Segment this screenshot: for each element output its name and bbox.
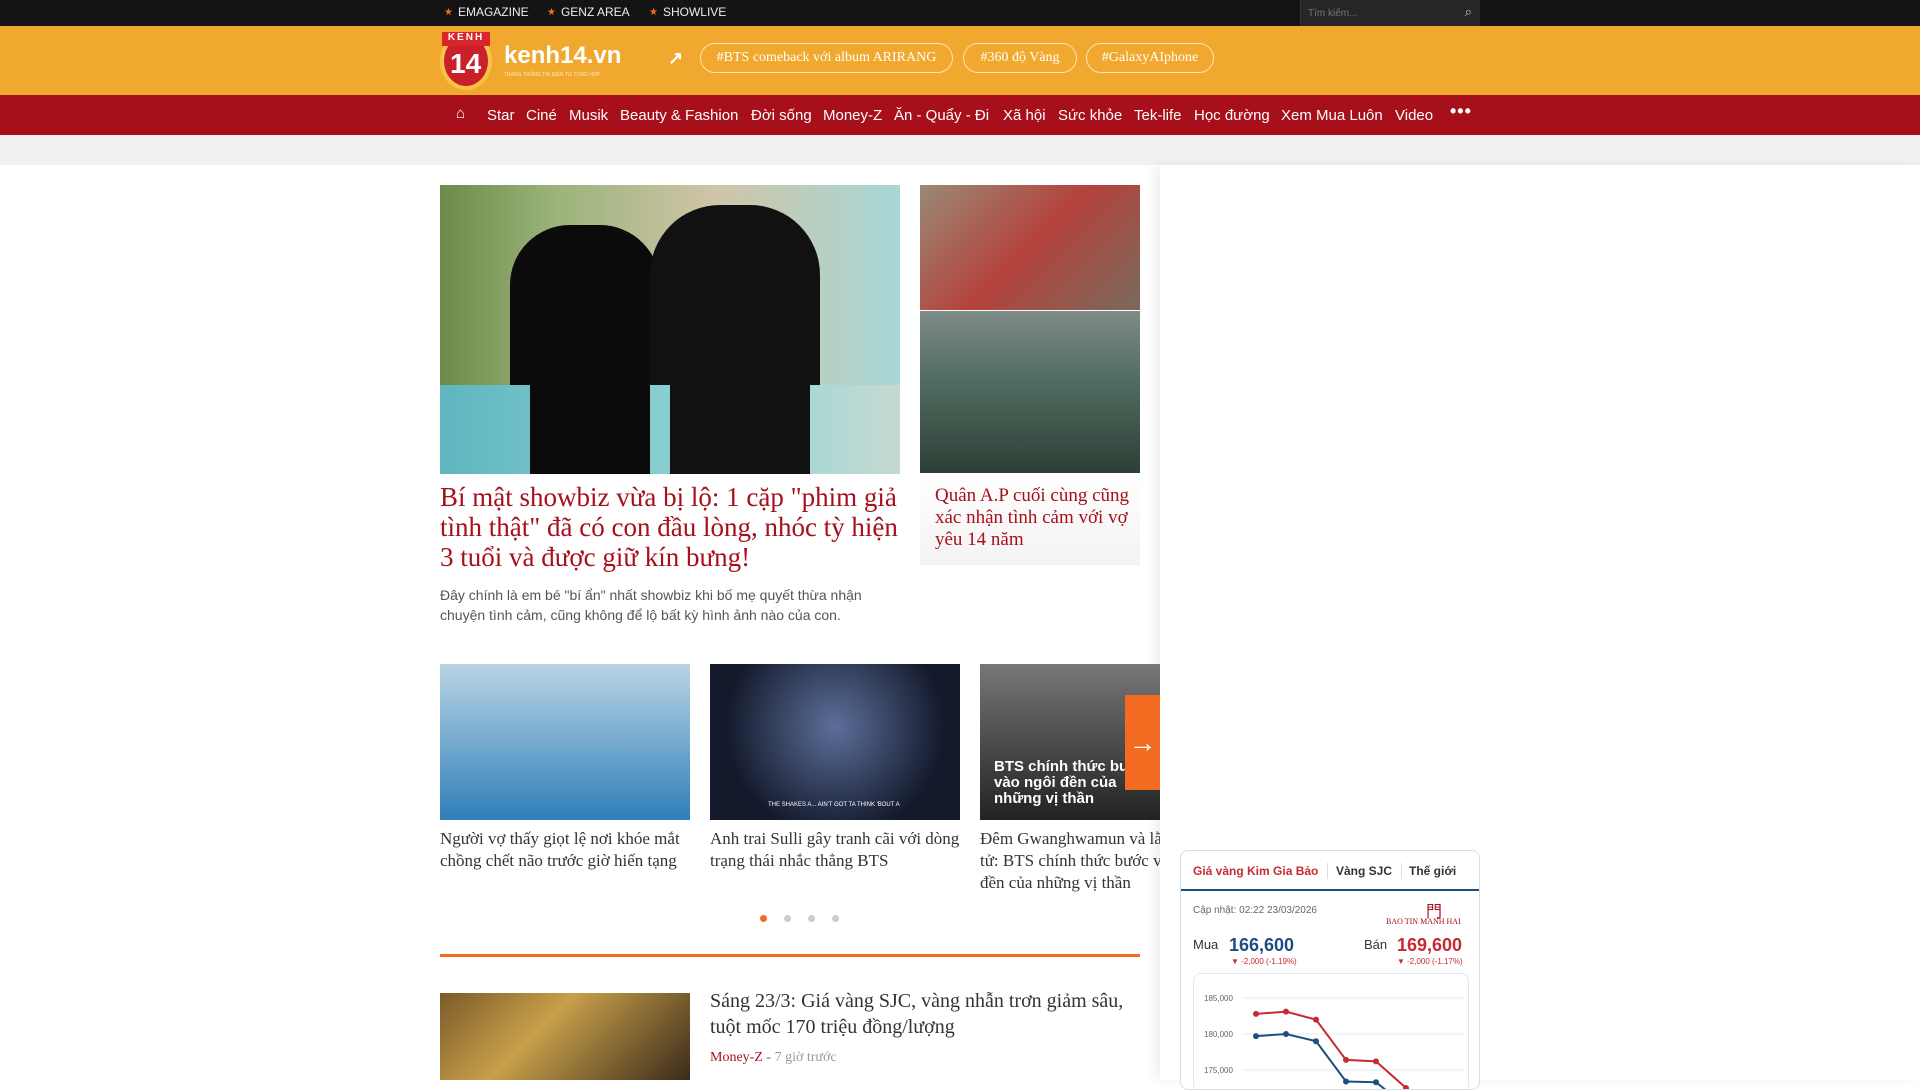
hero-sapo: Đây chính là em bé "bí ẩn" nhất showbiz …: [440, 587, 862, 623]
buy-price: 166,600: [1229, 935, 1295, 955]
top-bar: ★ EMAGAZINE ★ GENZ AREA ★ SHOWLIVE ⌕: [0, 0, 1920, 27]
sell-change: -2,000 (-1.17%): [1407, 957, 1463, 966]
top-link-showlive[interactable]: ★ SHOWLIVE: [649, 5, 726, 19]
news-category[interactable]: Money-Z: [710, 1050, 763, 1065]
top-link-genz[interactable]: ★ GENZ AREA: [547, 5, 630, 19]
home-icon[interactable]: ⌂: [456, 105, 465, 122]
nav-item[interactable]: Ăn - Quẩy - Đi: [894, 107, 989, 124]
carousel-next-arrow-icon[interactable]: →: [1125, 695, 1160, 790]
carousel-title[interactable]: Đêm Gwanghwamun và lằn ranh bất tử: BTS …: [980, 828, 1160, 894]
y-tick-label: 175,000: [1204, 1066, 1233, 1075]
data-point: [1313, 1038, 1319, 1045]
gold-chart-frame: 185,000 180,000 175,000: [1193, 973, 1469, 1089]
nav-item[interactable]: Xem Mua Luôn: [1281, 107, 1383, 124]
silhouette: [530, 225, 650, 474]
star-icon: ★: [649, 6, 658, 18]
search-icon[interactable]: ⌕: [1465, 4, 1472, 20]
gold-updated: Cập nhật: 02:22 23/03/2026: [1193, 905, 1317, 916]
link-label: GENZ AREA: [560, 5, 630, 19]
gold-brand: BAO TIN MANH HAI: [1386, 917, 1461, 926]
nav-item[interactable]: Tek-life: [1134, 107, 1182, 124]
top-link-emagazine[interactable]: ★ EMAGAZINE: [444, 5, 529, 19]
trending-tag[interactable]: #GalaxyAIphone: [1086, 43, 1214, 73]
trending-tag[interactable]: #360 độ Vàng: [963, 43, 1077, 73]
series-line: [1255, 1010, 1407, 1089]
main-nav: ⌂ Star Ciné Musik Beauty & Fashion Đời s…: [0, 95, 1920, 135]
star-icon: ★: [547, 6, 556, 18]
sell-label: Bán: [1364, 937, 1388, 952]
data-point: [1283, 1031, 1289, 1037]
data-point: [1283, 1008, 1289, 1015]
data-point: [1343, 1078, 1349, 1085]
carousel-dot[interactable]: [832, 915, 839, 922]
nav-item[interactable]: Musik: [569, 107, 608, 124]
buy-label: Mua: [1193, 937, 1219, 952]
search-input[interactable]: [1301, 0, 1451, 27]
side-hero-image-bottom[interactable]: [920, 311, 1140, 473]
header: [0, 26, 1920, 95]
y-tick-label: 185,000: [1204, 994, 1233, 1003]
section-divider: [440, 954, 1140, 957]
nav-item[interactable]: Sức khỏe: [1058, 107, 1122, 124]
gold-tab-sjc[interactable]: Vàng SJC: [1336, 864, 1392, 878]
tab-underline: [1181, 889, 1479, 891]
nav-item[interactable]: Đời sống: [751, 107, 812, 124]
data-point: [1253, 1010, 1259, 1017]
gold-tab-world[interactable]: Thế giới: [1409, 864, 1456, 878]
news-title[interactable]: Sáng 23/3: Giá vàng SJC, vàng nhẫn trơn …: [710, 988, 1140, 1040]
image-caption: THE SHAKES A... AIN'T GOT TA THINK 'BOUT…: [768, 802, 900, 808]
gold-chart: 185,000 180,000 175,000: [1204, 994, 1464, 1089]
carousel-title-clip: Đêm Gwanghwamun và lằn ranh bất tử: BTS …: [980, 828, 1160, 898]
silhouette: [670, 205, 810, 474]
trending-tag[interactable]: #BTS comeback với album ARIRANG: [700, 43, 953, 73]
site-logo[interactable]: KENH 14 kenh14.vn TRANG THÔNG TIN ĐIỆN T…: [440, 32, 621, 92]
logo-text: kenh14.vn: [504, 42, 622, 69]
carousel-dot[interactable]: [784, 915, 791, 922]
carousel-dot-active[interactable]: [760, 915, 767, 922]
carousel-image[interactable]: THE SHAKES A... AIN'T GOT TA THINK 'BOUT…: [710, 664, 960, 820]
nav-item[interactable]: Ciné: [526, 107, 557, 124]
ad-band: [0, 135, 1920, 165]
data-point: [1373, 1058, 1379, 1065]
trending-icon: ↗: [668, 48, 684, 68]
hero-title[interactable]: Bí mật showbiz vừa bị lộ: 1 cặp "phim gi…: [440, 482, 910, 572]
logo-kenh: KENH: [442, 32, 490, 46]
nav-item[interactable]: Star: [487, 107, 515, 124]
data-point: [1373, 1079, 1379, 1086]
nav-item[interactable]: Học đường: [1194, 107, 1270, 124]
buy-change: -2,000 (-1.19%): [1241, 957, 1297, 966]
data-point: [1253, 1033, 1259, 1040]
link-label: EMAGAZINE: [457, 5, 529, 19]
news-image[interactable]: [440, 993, 690, 1080]
carousel-image[interactable]: [440, 664, 690, 820]
news-meta: Money-Z - 7 giờ trước: [710, 1050, 837, 1065]
carousel-title[interactable]: Anh trai Sulli gây tranh cãi với dòng tr…: [710, 828, 960, 872]
data-point: [1343, 1056, 1349, 1063]
link-label: SHOWLIVE: [662, 5, 727, 19]
logo-tagline: TRANG THÔNG TIN ĐIỆN TỬ TỔNG HỢP: [504, 72, 601, 78]
gold-price-widget: Giá vàng Kim Gia Bảo Vàng SJC Thế giới C…: [1180, 850, 1480, 1090]
data-point: [1313, 1016, 1319, 1023]
sell-price: 169,600: [1397, 935, 1463, 955]
gold-tab-kimgiabao[interactable]: Giá vàng Kim Gia Bảo: [1193, 864, 1318, 878]
nav-item[interactable]: Money-Z: [823, 107, 882, 124]
more-icon[interactable]: •••: [1450, 101, 1472, 122]
carousel-title[interactable]: Người vợ thấy giọt lệ nơi khóe mắt chồng…: [440, 828, 690, 872]
nav-item[interactable]: Beauty & Fashion: [620, 107, 738, 124]
logo-14: 14: [450, 48, 482, 79]
search-box: ⌕: [1300, 0, 1480, 27]
y-tick-label: 180,000: [1204, 1030, 1233, 1039]
side-hero-image-top[interactable]: [920, 185, 1140, 310]
side-hero-title[interactable]: Quân A.P cuối cùng cũng xác nhận tình cả…: [935, 485, 1135, 551]
star-icon: ★: [444, 6, 453, 18]
nav-item[interactable]: Video: [1395, 107, 1433, 124]
carousel-dot[interactable]: [808, 915, 815, 922]
hero-image[interactable]: [440, 185, 900, 474]
nav-item[interactable]: Xã hội: [1003, 107, 1046, 124]
news-time: 7 giờ trước: [774, 1050, 837, 1065]
series-line: [1255, 1032, 1387, 1089]
